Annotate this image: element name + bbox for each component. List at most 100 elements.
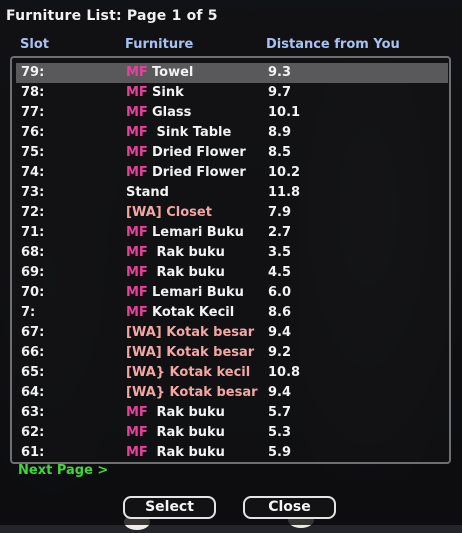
list-item[interactable]: 78: MF Sink 9.7 — [16, 83, 448, 103]
slot-number: 69: — [21, 265, 45, 280]
distance-value: 11.8 — [268, 185, 301, 200]
distance-value: 5.3 — [268, 425, 292, 440]
slot-number: 62: — [21, 425, 45, 440]
furniture-list[interactable]: 79: MF Towel 9.3 78: MF Sink 9.7 77: MF Glass 10.1 7… — [10, 56, 451, 464]
furniture-name: Rak buku — [152, 425, 225, 440]
slot-number: 77: — [21, 105, 45, 120]
slot-number: 61: — [21, 445, 45, 460]
distance-value: 7.9 — [268, 205, 292, 220]
furniture-name: Lemari Buku — [152, 285, 244, 300]
furniture-tag: MF — [126, 245, 148, 260]
column-header-slot: Slot — [20, 37, 49, 52]
furniture-name: Rak buku — [152, 445, 225, 460]
list-item[interactable]: 74: MF Dried Flower 10.2 — [16, 163, 448, 183]
slot-number: 66: — [21, 345, 45, 360]
distance-value: 9.7 — [268, 85, 292, 100]
next-page-link[interactable]: Next Page > — [18, 463, 108, 478]
slot-number: 71: — [21, 225, 45, 240]
list-item[interactable]: 63: MF Rak buku 5.7 — [16, 403, 448, 423]
distance-value: 3.5 — [268, 245, 292, 260]
furniture-name: Dried Flower — [152, 165, 246, 180]
list-item[interactable]: 66: [WA] Kotak besar 9.2 — [16, 343, 448, 363]
slot-number: 79: — [21, 65, 45, 80]
furniture-tag: MF — [126, 405, 148, 420]
furniture-name: [WA] Closet — [126, 205, 212, 220]
furniture-name: Stand — [126, 185, 169, 200]
furniture-name: Lemari Buku — [152, 225, 244, 240]
distance-value: 9.3 — [268, 65, 292, 80]
slot-number: 74: — [21, 165, 45, 180]
furniture-name: Sink — [152, 85, 184, 100]
list-item[interactable]: 69: MF Rak buku 4.5 — [16, 263, 448, 283]
slot-number: 68: — [21, 245, 45, 260]
slot-number: 78: — [21, 85, 45, 100]
distance-value: 10.2 — [268, 165, 301, 180]
list-item[interactable]: 67: [WA] Kotak besar 9.4 — [16, 323, 448, 343]
distance-value: 10.1 — [268, 105, 301, 120]
furniture-tag: MF — [126, 265, 148, 280]
column-header-furniture: Furniture — [125, 37, 194, 52]
list-item[interactable]: 77: MF Glass 10.1 — [16, 103, 448, 123]
list-item[interactable]: 71: MF Lemari Buku 2.7 — [16, 223, 448, 243]
list-item[interactable]: 76: MF Sink Table 8.9 — [16, 123, 448, 143]
slot-number: 63: — [21, 405, 45, 420]
distance-value: 9.2 — [268, 345, 292, 360]
slot-number: 76: — [21, 125, 45, 140]
slot-number: 72: — [21, 205, 45, 220]
furniture-list-dialog: Furniture List: Page 1 of 5 Slot Furnitu… — [0, 0, 462, 525]
furniture-name: Rak buku — [152, 245, 225, 260]
furniture-tag: MF — [126, 445, 148, 460]
slot-number: 73: — [21, 185, 45, 200]
distance-value: 9.4 — [268, 385, 292, 400]
furniture-name: [WA] Kotak besar — [126, 325, 255, 340]
furniture-name: [WA} Kotak kecil — [126, 365, 251, 380]
furniture-tag: MF — [126, 425, 148, 440]
list-item[interactable]: 72: [WA] Closet 7.9 — [16, 203, 448, 223]
furniture-tag: MF — [126, 165, 148, 180]
distance-value: 5.7 — [268, 405, 292, 420]
furniture-tag: MF — [126, 285, 148, 300]
furniture-name: Rak buku — [152, 405, 225, 420]
list-item[interactable]: 75: MF Dried Flower 8.5 — [16, 143, 448, 163]
furniture-tag: MF — [126, 125, 148, 140]
furniture-name: [WA] Kotak besar — [126, 345, 255, 360]
select-button[interactable]: Select — [123, 496, 216, 519]
slot-number: 70: — [21, 285, 45, 300]
list-item[interactable]: 73: Stand 11.8 — [16, 183, 448, 203]
distance-value: 5.9 — [268, 445, 292, 460]
furniture-tag: MF — [126, 145, 148, 160]
furniture-tag: MF — [126, 225, 148, 240]
furniture-name: Glass — [152, 105, 192, 120]
list-item[interactable]: 68: MF Rak buku 3.5 — [16, 243, 448, 263]
list-item[interactable]: 61: MF Rak buku 5.9 — [16, 443, 448, 463]
furniture-tag: MF — [126, 85, 148, 100]
furniture-name: Sink Table — [152, 125, 232, 140]
furniture-name: Rak buku — [152, 265, 225, 280]
furniture-name: [WA} Kotak besar — [126, 385, 258, 400]
list-item[interactable]: 62: MF Rak buku 5.3 — [16, 423, 448, 443]
list-item[interactable]: 65: [WA} Kotak kecil 10.8 — [16, 363, 448, 383]
list-item[interactable]: 70: MF Lemari Buku 6.0 — [16, 283, 448, 303]
list-item[interactable]: 64: [WA} Kotak besar 9.4 — [16, 383, 448, 403]
slot-number: 65: — [21, 365, 45, 380]
slot-number: 67: — [21, 325, 45, 340]
slot-number: 64: — [21, 385, 45, 400]
furniture-name: Kotak Kecil — [152, 305, 235, 320]
distance-value: 10.8 — [268, 365, 301, 380]
distance-value: 8.6 — [268, 305, 292, 320]
list-item[interactable]: 7: MF Kotak Kecil 8.6 — [16, 303, 448, 323]
distance-value: 9.4 — [268, 325, 292, 340]
distance-value: 2.7 — [268, 225, 292, 240]
furniture-name: Towel — [152, 65, 194, 80]
furniture-tag: MF — [126, 65, 148, 80]
distance-value: 6.0 — [268, 285, 292, 300]
slot-number: 7: — [21, 305, 36, 320]
furniture-tag: MF — [126, 305, 148, 320]
close-button[interactable]: Close — [243, 496, 336, 519]
furniture-tag: MF — [126, 105, 148, 120]
list-item[interactable]: 79: MF Towel 9.3 — [16, 63, 448, 83]
slot-number: 75: — [21, 145, 45, 160]
distance-value: 8.5 — [268, 145, 292, 160]
distance-value: 8.9 — [268, 125, 292, 140]
distance-value: 4.5 — [268, 265, 292, 280]
